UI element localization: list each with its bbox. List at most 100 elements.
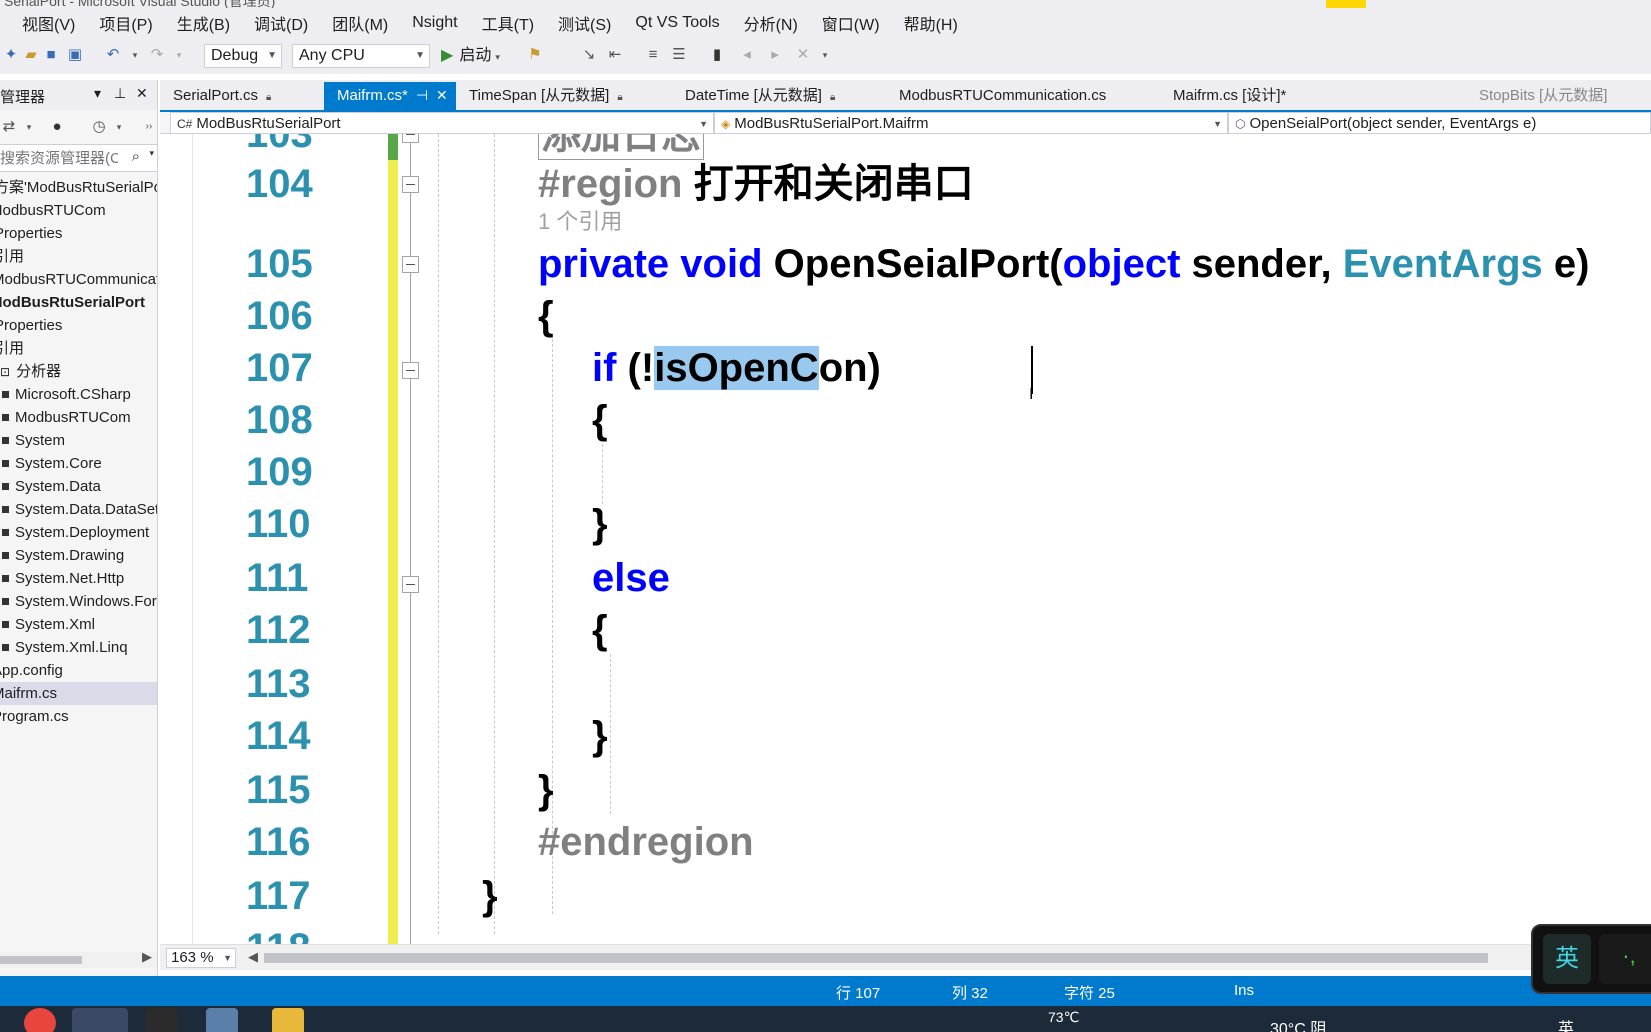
close-icon[interactable]: ✕: [436, 87, 448, 103]
sidebar-horizontal-scrollbar[interactable]: [0, 952, 157, 968]
collapsed-region[interactable]: 添加日志: [538, 134, 704, 160]
tree-item-properties[interactable]: Properties: [0, 222, 157, 245]
tab-modbusrtucommunication-cs[interactable]: ModbusRTUCommunication.cs: [886, 82, 1156, 110]
history-icon[interactable]: ◷: [90, 118, 108, 136]
tree-item-file-selected[interactable]: Maifrm.cs: [0, 682, 157, 705]
scroll-right-icon[interactable]: ▶: [142, 949, 152, 965]
menu-qt-vs-tools[interactable]: Qt VS Tools: [635, 14, 719, 32]
tab-stopbits[interactable]: StopBits [从元数据]: [1466, 82, 1651, 110]
save-all-icon[interactable]: ▣: [66, 46, 84, 64]
tree-item-reference[interactable]: System.Data: [0, 475, 157, 498]
notification-badge[interactable]: [1326, 0, 1366, 8]
overflow-icon[interactable]: ››: [140, 118, 157, 136]
collapse-icon[interactable]: [402, 576, 419, 593]
tree-item-references[interactable]: 引用: [0, 245, 157, 268]
next-bookmark-icon[interactable]: ▸: [766, 46, 784, 64]
horizontal-scrollbar-thumb[interactable]: [264, 953, 1488, 963]
member-dropdown[interactable]: ⬡ OpenSeialPort(object sender, EventArgs …: [1228, 112, 1651, 134]
show-next-statement-icon[interactable]: ⇤: [606, 46, 624, 64]
menu-project[interactable]: 项目(P): [99, 11, 152, 35]
menu-test[interactable]: 测试(S): [558, 11, 611, 35]
bookmark-icon[interactable]: ▮: [708, 46, 726, 64]
tree-item-project[interactable]: ModbusRTUCom: [0, 199, 157, 222]
class-dropdown[interactable]: ◈ ModBusRtuSerialPort.Maifrm ▼: [714, 112, 1228, 134]
menu-nsight[interactable]: Nsight: [412, 14, 457, 32]
tab-serialport-cs[interactable]: SerialPort.cs 🔒︎: [160, 82, 324, 110]
menu-build[interactable]: 生成(B): [177, 11, 230, 35]
menu-help[interactable]: 帮助(H): [904, 11, 958, 35]
tree-item-startup-project[interactable]: ModBusRtuSerialPort: [0, 291, 157, 314]
globe-icon[interactable]: ●: [48, 118, 66, 136]
pin-icon[interactable]: ⊥: [114, 85, 126, 102]
app-icon[interactable]: [146, 1008, 178, 1032]
tree-item-file[interactable]: App.config: [0, 659, 157, 682]
collapse-icon[interactable]: [402, 362, 419, 379]
weather-widget[interactable]: 30°C 阴: [1270, 1015, 1326, 1032]
collapse-icon[interactable]: [402, 176, 419, 193]
uncomment-icon[interactable]: ☰: [670, 46, 688, 64]
ime-punctuation-toggle[interactable]: ·,: [1599, 934, 1651, 984]
file-explorer-icon[interactable]: [272, 1008, 304, 1032]
tree-item-properties[interactable]: Properties: [0, 314, 157, 337]
prev-bookmark-icon[interactable]: ◂: [738, 46, 756, 64]
tree-item-reference[interactable]: System.Xml: [0, 613, 157, 636]
tree-item-project[interactable]: ModbusRTUCommunication: [0, 268, 157, 291]
search-input[interactable]: [0, 148, 118, 168]
tree-item-references[interactable]: 引用: [0, 337, 157, 360]
close-icon[interactable]: ✕: [136, 85, 148, 102]
tree-item-reference[interactable]: System: [0, 429, 157, 452]
redo-icon[interactable]: ↷: [148, 46, 166, 64]
tab-maifrm-cs[interactable]: Maifrm.cs* ⊣ ✕: [324, 82, 456, 110]
start-debugging-button[interactable]: ▶ 启动 ▾: [441, 44, 500, 68]
redo-dropdown-icon[interactable]: ▾: [170, 46, 188, 64]
input-language[interactable]: 英: [1558, 1015, 1574, 1032]
zoom-select[interactable]: 163 % ▼: [166, 948, 236, 968]
tab-maifrm-designer[interactable]: Maifrm.cs [设计]*: [1160, 82, 1360, 110]
clear-bookmarks-icon[interactable]: ✕: [794, 46, 812, 64]
menu-team[interactable]: 团队(M): [332, 11, 388, 35]
step-into-icon[interactable]: ↘: [580, 46, 598, 64]
pin-icon[interactable]: ⊣: [416, 87, 428, 103]
undo-dropdown-icon[interactable]: ▾: [126, 46, 144, 64]
new-project-icon[interactable]: ✦: [2, 46, 20, 64]
solution-search-box[interactable]: ⌕ ▾: [0, 144, 157, 172]
search-icon[interactable]: ⌕: [132, 148, 140, 165]
tree-item-reference[interactable]: System.Core: [0, 452, 157, 475]
tree-item-file[interactable]: Program.cs: [0, 705, 157, 728]
paint-icon[interactable]: [206, 1008, 238, 1032]
collapse-icon[interactable]: [402, 134, 419, 143]
tree-item-analyzers[interactable]: ⊡ 分析器: [0, 360, 157, 383]
ime-language-toggle[interactable]: 英: [1543, 934, 1591, 984]
window-position-icon[interactable]: ▾: [94, 85, 101, 102]
tab-datetime[interactable]: DateTime [从元数据] 🔒︎: [672, 82, 888, 110]
project-dropdown[interactable]: C# ModBusRtuSerialPort ▼: [170, 112, 714, 134]
solution-config-select[interactable]: Debug ▼: [204, 44, 282, 68]
tab-timespan[interactable]: TimeSpan [从元数据] 🔒︎: [456, 82, 672, 110]
undo-icon[interactable]: ↶: [104, 46, 122, 64]
platform-select[interactable]: Any CPU ▼: [292, 44, 430, 68]
chevron-down-icon[interactable]: ▾: [149, 148, 154, 159]
menu-tools[interactable]: 工具(T): [482, 11, 534, 35]
tree-item-reference[interactable]: System.Drawing: [0, 544, 157, 567]
collapse-icon[interactable]: [402, 256, 419, 273]
comment-out-icon[interactable]: ≡: [644, 46, 662, 64]
save-icon[interactable]: ■: [42, 46, 60, 64]
menu-window[interactable]: 窗口(W): [822, 11, 880, 35]
sync-icon[interactable]: ⇄: [0, 118, 18, 136]
visual-studio-icon[interactable]: [72, 1008, 128, 1032]
tree-item-reference[interactable]: System.Deployment: [0, 521, 157, 544]
tree-item-reference[interactable]: System.Data.DataSetExtensions: [0, 498, 157, 521]
menu-view[interactable]: 视图(V): [22, 11, 75, 35]
tree-item-reference[interactable]: System.Windows.Forms: [0, 590, 157, 613]
codelens-reference-count[interactable]: 1 个引用: [538, 204, 622, 236]
tree-item-reference[interactable]: System.Net.Http: [0, 567, 157, 590]
menu-debug[interactable]: 调试(D): [254, 11, 308, 35]
code-editor[interactable]: 103 104 105 106 107 108 109 110 111 112 …: [160, 134, 1651, 944]
chevron-down-icon[interactable]: ▾: [20, 118, 38, 136]
toolbar-overflow-icon[interactable]: ▾: [816, 46, 834, 64]
tree-item-reference[interactable]: ModbusRTUCom: [0, 406, 157, 429]
tree-item-solution[interactable]: 方案'ModBusRtuSerialPort': [0, 176, 157, 199]
selected-text[interactable]: isOpenC: [654, 346, 819, 390]
tree-item-reference[interactable]: Microsoft.CSharp: [0, 383, 157, 406]
scrollbar-thumb[interactable]: [0, 956, 82, 964]
